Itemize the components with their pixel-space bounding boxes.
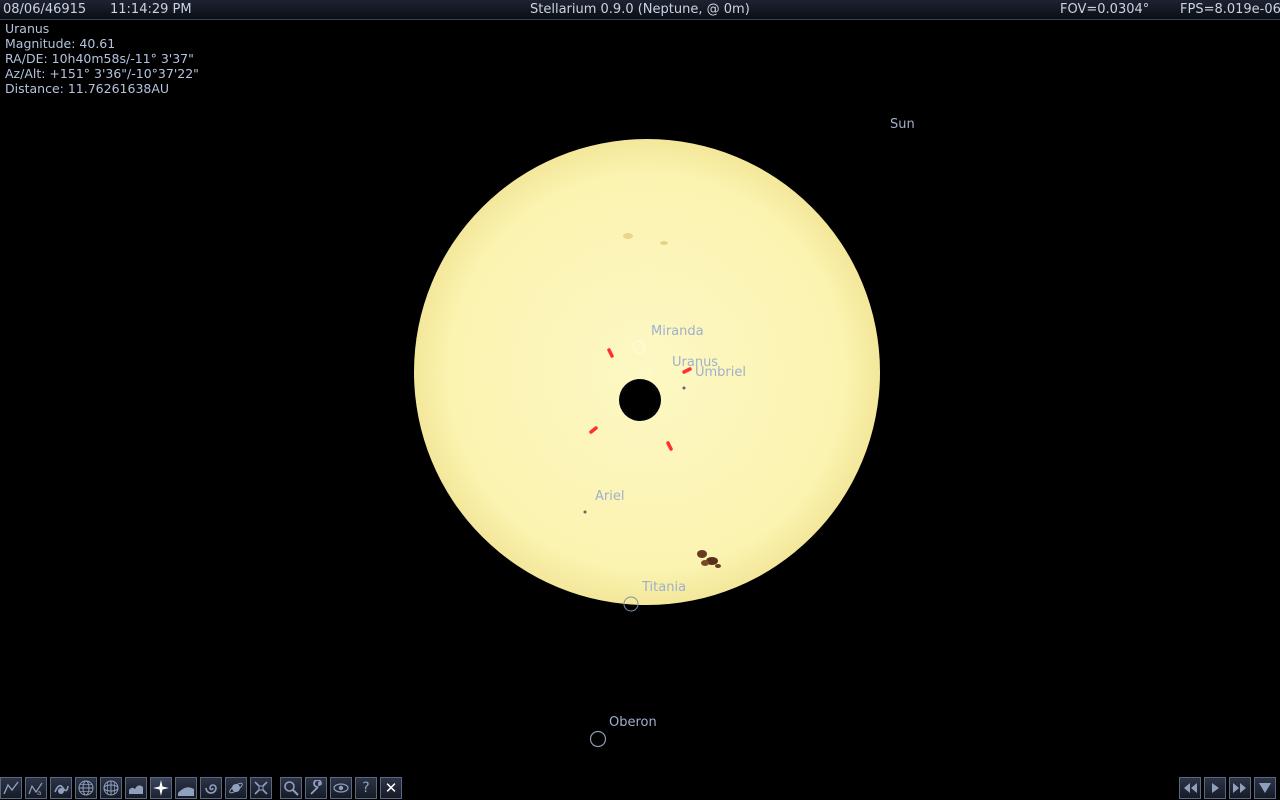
equatorial-grid-icon[interactable] — [75, 777, 97, 799]
real-time-icon[interactable] — [1254, 777, 1276, 799]
nebulas-icon[interactable] — [200, 777, 222, 799]
object-info-panel: Uranus Magnitude: 40.61 RA/DE: 10h40m58s… — [5, 21, 199, 96]
constellation-lines-icon[interactable] — [0, 777, 22, 799]
sky-view[interactable]: Sun Miranda Uranus Umbriel Ariel Titania… — [0, 0, 1280, 800]
object-azalt: Az/Alt: +151° 3'36"/-10°37'22" — [5, 66, 199, 81]
date-display: 08/06/46915 — [3, 2, 87, 17]
object-distance: Distance: 11.76261638AU — [5, 81, 170, 96]
constellation-art-icon[interactable] — [50, 777, 72, 799]
play-icon[interactable] — [1204, 777, 1226, 799]
cardinal-points-icon[interactable] — [150, 777, 172, 799]
miranda-label[interactable]: Miranda — [651, 324, 704, 339]
azimuthal-grid-icon[interactable] — [100, 777, 122, 799]
sky-canvas — [414, 139, 880, 748]
search-icon[interactable] — [280, 777, 302, 799]
rewind-icon[interactable] — [1179, 777, 1201, 799]
help-icon[interactable]: ? — [355, 777, 377, 799]
titania-label[interactable]: Titania — [642, 580, 686, 595]
oberon-marker[interactable] — [589, 730, 607, 748]
oberon-label[interactable]: Oberon — [609, 715, 657, 730]
sun-label[interactable]: Sun — [890, 117, 915, 132]
object-radec: RA/DE: 10h40m58s/-11° 3'37" — [5, 51, 194, 66]
fast-forward-icon[interactable] — [1229, 777, 1251, 799]
top-status-bar: 08/06/46915 11:14:29 PM Stellarium 0.9.0… — [0, 0, 1280, 20]
object-magnitude: Magnitude: 40.61 — [5, 36, 116, 51]
object-name: Uranus — [5, 21, 50, 36]
fps-display: FPS=8.019e-06 — [1180, 2, 1280, 17]
constellation-names-icon[interactable]: a — [25, 777, 47, 799]
mount-icon[interactable] — [250, 777, 272, 799]
umbriel-marker[interactable] — [682, 386, 686, 390]
app-title: Stellarium 0.9.0 (Neptune, @ 0m) — [530, 2, 750, 17]
ariel-label[interactable]: Ariel — [595, 489, 624, 504]
quit-icon[interactable]: ✕ — [380, 777, 402, 799]
ariel-marker[interactable] — [583, 510, 587, 514]
fov-display: FOV=0.0304° — [1060, 2, 1150, 17]
planet-labels-icon[interactable] — [225, 777, 247, 799]
atmosphere-icon[interactable] — [175, 777, 197, 799]
configuration-icon[interactable] — [305, 777, 327, 799]
time-display: 11:14:29 PM — [110, 2, 192, 17]
sun-disk[interactable] — [414, 139, 880, 605]
night-mode-icon[interactable] — [330, 777, 352, 799]
ground-icon[interactable] — [125, 777, 147, 799]
svg-text:a: a — [37, 789, 41, 796]
uranus-disk[interactable] — [619, 379, 661, 421]
umbriel-label[interactable]: Umbriel — [695, 365, 746, 380]
